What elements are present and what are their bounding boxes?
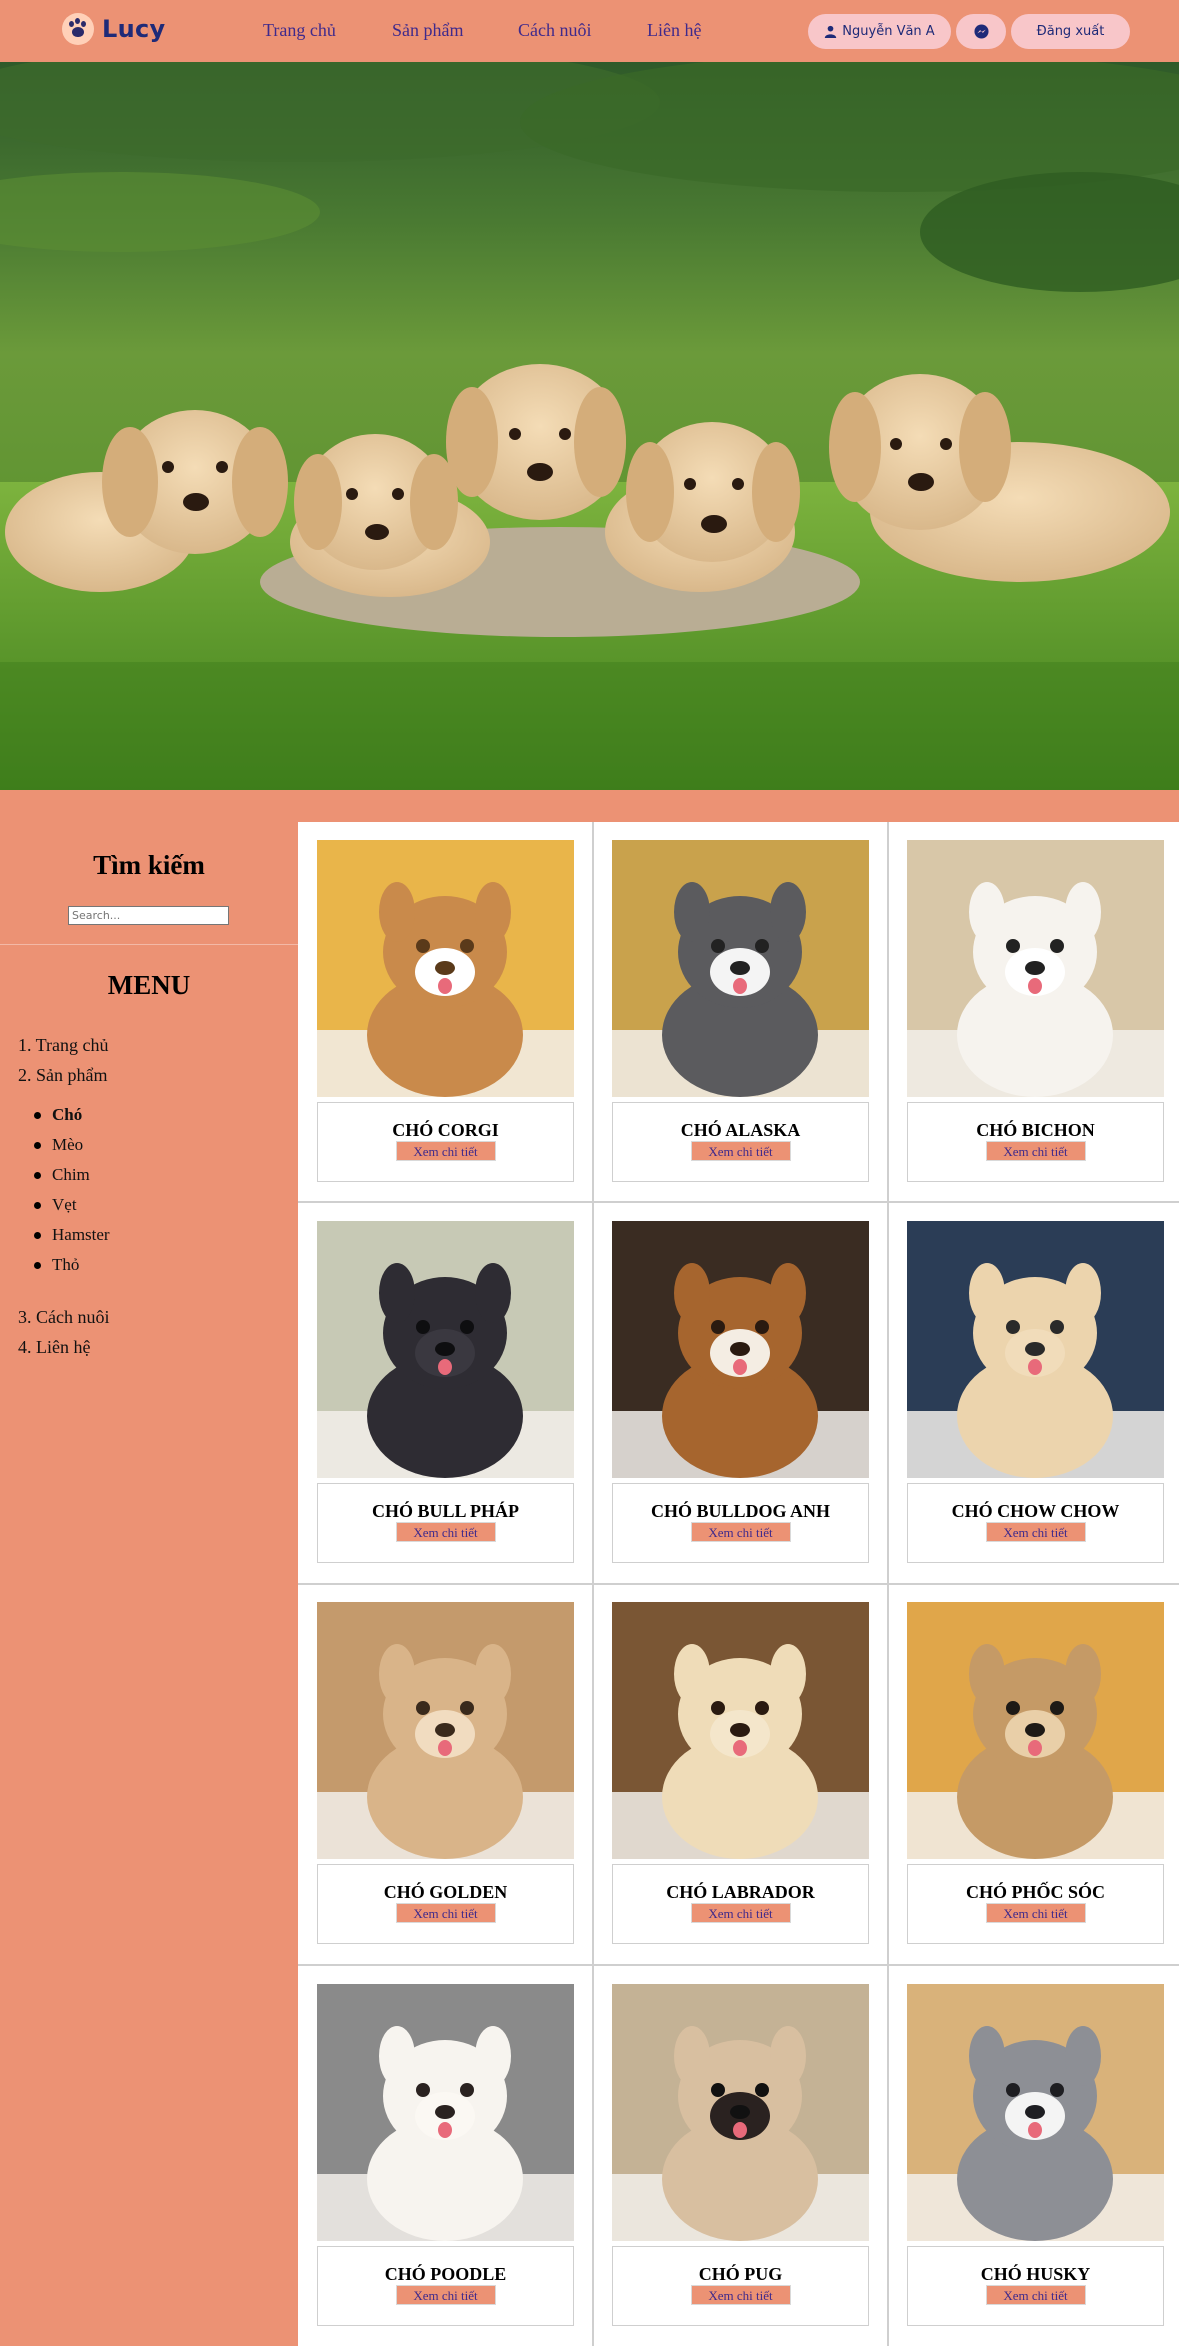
main-menu: 1. Trang chủ 2. Sản phẩm <box>18 1034 109 1094</box>
product-name: CHÓ POODLE <box>384 2264 507 2284</box>
product-name: CHÓ PUG <box>698 2264 783 2284</box>
product-card[interactable]: CHÓ GOLDEN Xem chi tiết <box>317 1602 574 1944</box>
product-card[interactable]: CHÓ CHOW CHOW Xem chi tiết <box>907 1221 1164 1563</box>
product-image[interactable] <box>612 1602 869 1859</box>
search-title: Tìm kiếm <box>93 850 205 880</box>
view-detail-button[interactable]: Xem chi tiết <box>985 1522 1086 1542</box>
view-detail-button[interactable]: Xem chi tiết <box>985 2285 1086 2305</box>
product-image[interactable] <box>317 840 574 1097</box>
user-name: Nguyễn Văn A <box>842 24 935 39</box>
product-card[interactable]: CHÓ POODLE Xem chi tiết <box>317 1984 574 2326</box>
view-detail-button[interactable]: Xem chi tiết <box>985 1141 1086 1161</box>
product-info: CHÓ LABRADOR Xem chi tiết <box>612 1864 869 1944</box>
product-info: CHÓ CHOW CHOW Xem chi tiết <box>907 1483 1164 1563</box>
brand-name: Lucy <box>102 15 166 43</box>
view-detail-button[interactable]: Xem chi tiết <box>690 2285 791 2305</box>
product-name: CHÓ CORGI <box>392 1120 499 1140</box>
product-name: CHÓ ALASKA <box>680 1120 801 1140</box>
view-detail-button[interactable]: Xem chi tiết <box>395 1522 496 1542</box>
logout-button[interactable]: Đăng xuất <box>1011 14 1130 49</box>
product-info: CHÓ CORGI Xem chi tiết <box>317 1102 574 1182</box>
product-card[interactable]: CHÓ PHỐC SÓC Xem chi tiết <box>907 1602 1164 1944</box>
sidebar: Tìm kiếm MENU 1. Trang chủ 2. Sản phẩm C… <box>0 822 298 2346</box>
menu-item-products[interactable]: 2. Sản phẩm <box>18 1064 109 1094</box>
user-account-button[interactable]: Nguyễn Văn A <box>808 14 951 49</box>
view-detail-button[interactable]: Xem chi tiết <box>985 1903 1086 1923</box>
product-name: CHÓ PHỐC SÓC <box>965 1882 1105 1902</box>
grid-divider <box>298 1964 1179 1966</box>
view-detail-button[interactable]: Xem chi tiết <box>690 1903 791 1923</box>
product-image[interactable] <box>907 1221 1164 1478</box>
category-item-dog[interactable]: Chó <box>34 1104 110 1134</box>
product-image[interactable] <box>612 1984 869 2241</box>
product-image[interactable] <box>907 1602 1164 1859</box>
menu-item-care[interactable]: 3. Cách nuôi <box>18 1306 110 1336</box>
product-card[interactable]: CHÓ HUSKY Xem chi tiết <box>907 1984 1164 2326</box>
nav-link-products[interactable]: Sản phẩm <box>392 20 464 41</box>
sidebar-divider <box>0 944 298 945</box>
product-card[interactable]: CHÓ BULL PHÁP Xem chi tiết <box>317 1221 574 1563</box>
menu-item-contact[interactable]: 4. Liên hệ <box>18 1336 110 1366</box>
product-info: CHÓ BULLDOG ANH Xem chi tiết <box>612 1483 869 1563</box>
view-detail-button[interactable]: Xem chi tiết <box>395 1903 496 1923</box>
view-detail-button[interactable]: Xem chi tiết <box>395 2285 496 2305</box>
product-info: CHÓ GOLDEN Xem chi tiết <box>317 1864 574 1944</box>
product-image[interactable] <box>612 1221 869 1478</box>
category-item-rabbit[interactable]: Thỏ <box>34 1254 110 1284</box>
product-category-list: Chó Mèo Chim Vẹt Hamster Thỏ <box>34 1104 110 1284</box>
nav-link-care[interactable]: Cách nuôi <box>518 20 592 41</box>
product-info: CHÓ BICHON Xem chi tiết <box>907 1102 1164 1182</box>
product-name: CHÓ BULLDOG ANH <box>650 1501 831 1521</box>
product-image[interactable] <box>317 1984 574 2241</box>
main-menu-bottom: 3. Cách nuôi 4. Liên hệ <box>18 1306 110 1366</box>
product-name: CHÓ GOLDEN <box>383 1882 508 1902</box>
search-input[interactable] <box>68 906 229 925</box>
product-info: CHÓ BULL PHÁP Xem chi tiết <box>317 1483 574 1563</box>
product-name: CHÓ BICHON <box>976 1120 1095 1140</box>
messenger-button[interactable] <box>956 14 1006 49</box>
menu-item-home[interactable]: 1. Trang chủ <box>18 1034 109 1064</box>
nav-link-home[interactable]: Trang chủ <box>263 20 336 41</box>
product-info: CHÓ POODLE Xem chi tiết <box>317 2246 574 2326</box>
product-card[interactable]: CHÓ ALASKA Xem chi tiết <box>612 840 869 1182</box>
product-name: CHÓ HUSKY <box>980 2264 1091 2284</box>
view-detail-button[interactable]: Xem chi tiết <box>395 1141 496 1161</box>
product-image[interactable] <box>907 840 1164 1097</box>
brand-logo[interactable]: Lucy <box>62 13 165 45</box>
menu-title: MENU <box>107 970 191 1000</box>
grid-divider <box>298 1583 1179 1585</box>
hero-banner <box>0 62 1179 790</box>
user-icon <box>825 25 837 38</box>
product-image[interactable] <box>317 1602 574 1859</box>
product-info: CHÓ ALASKA Xem chi tiết <box>612 1102 869 1182</box>
category-item-parrot[interactable]: Vẹt <box>34 1194 110 1224</box>
grid-divider <box>298 1201 1179 1203</box>
view-detail-button[interactable]: Xem chi tiết <box>690 1522 791 1542</box>
category-item-hamster[interactable]: Hamster <box>34 1224 110 1254</box>
product-card[interactable]: CHÓ CORGI Xem chi tiết <box>317 840 574 1182</box>
product-image[interactable] <box>907 1984 1164 2241</box>
view-detail-button[interactable]: Xem chi tiết <box>690 1141 791 1161</box>
product-info: CHÓ PUG Xem chi tiết <box>612 2246 869 2326</box>
product-name: CHÓ BULL PHÁP <box>371 1501 519 1521</box>
category-item-cat[interactable]: Mèo <box>34 1134 110 1164</box>
product-grid: CHÓ CORGI Xem chi tiết CHÓ ALASKA Xem chi t… <box>298 822 1179 2346</box>
product-name: CHÓ LABRADOR <box>666 1882 815 1902</box>
product-card[interactable]: CHÓ BULLDOG ANH Xem chi tiết <box>612 1221 869 1563</box>
product-info: CHÓ HUSKY Xem chi tiết <box>907 2246 1164 2326</box>
top-navbar: Lucy Trang chủ Sản phẩm Cách nuôi Liên h… <box>0 0 1179 62</box>
category-item-bird[interactable]: Chim <box>34 1164 110 1194</box>
messenger-icon <box>973 24 989 39</box>
product-image[interactable] <box>317 1221 574 1478</box>
nav-link-contact[interactable]: Liên hệ <box>647 20 701 41</box>
product-info: CHÓ PHỐC SÓC Xem chi tiết <box>907 1864 1164 1944</box>
puppies-hero-image <box>0 62 1179 790</box>
product-name: CHÓ CHOW CHOW <box>951 1501 1120 1521</box>
paw-icon <box>62 13 94 45</box>
product-card[interactable]: CHÓ BICHON Xem chi tiết <box>907 840 1164 1182</box>
product-card[interactable]: CHÓ LABRADOR Xem chi tiết <box>612 1602 869 1944</box>
product-image[interactable] <box>612 840 869 1097</box>
product-card[interactable]: CHÓ PUG Xem chi tiết <box>612 1984 869 2326</box>
